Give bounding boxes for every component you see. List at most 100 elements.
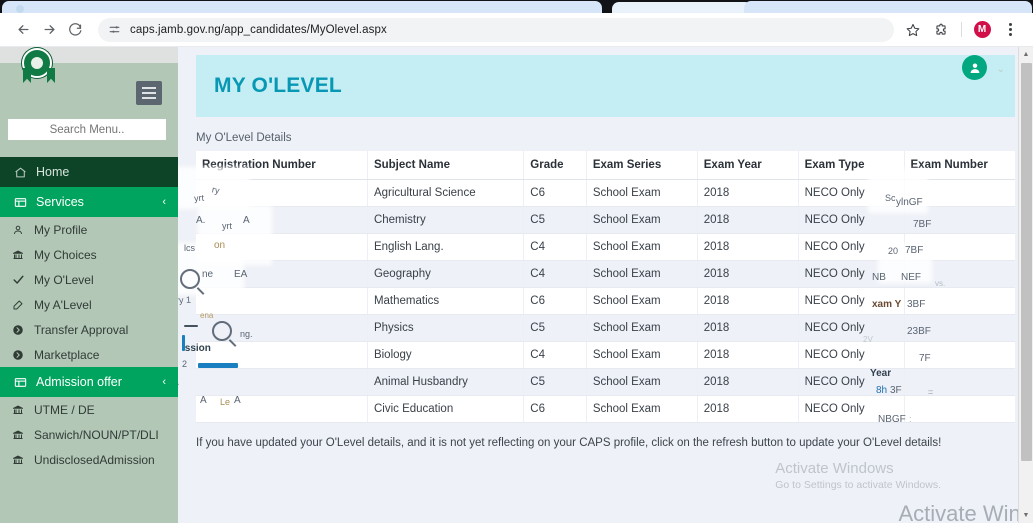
- sidebar: Home Services ‹ My Profile My Choice: [0, 47, 178, 523]
- column-header-exam-year[interactable]: Exam Year: [696, 151, 799, 180]
- column-header-exam-series[interactable]: Exam Series: [585, 151, 698, 180]
- sidebar-item-utme-de[interactable]: UTME / DE: [0, 397, 178, 422]
- table-row[interactable]: Agricultural Science C6 School Exam 2018 NEC…: [196, 179, 1015, 207]
- table-row[interactable]: Mathematics C6 School Exam 2018 NECO Only: [196, 287, 1015, 315]
- main-content: ⌄ MY O'LEVEL My O'Level Details Registra…: [178, 47, 1033, 523]
- cell-subject-name: Agricultural Science: [366, 179, 524, 207]
- search-input[interactable]: [8, 123, 166, 136]
- cell-grade: C5: [523, 368, 587, 396]
- sidebar-item-label: Home: [36, 165, 70, 179]
- cell-exam-number: [903, 233, 1015, 261]
- sidebar-item-undisclosed-admission[interactable]: UndisclosedAdmission: [0, 447, 178, 472]
- table-row[interactable]: Biology C4 School Exam 2018 NECO Only: [196, 341, 1015, 369]
- sidebar-item-my-choices[interactable]: My Choices: [0, 242, 178, 267]
- browser-tab-active[interactable]: [2, 1, 602, 13]
- forward-arrow-icon[interactable]: [36, 17, 62, 43]
- user-avatar-icon[interactable]: [962, 55, 987, 80]
- cell-exam-type: NECO Only: [797, 260, 904, 288]
- sidebar-item-home[interactable]: Home: [0, 157, 178, 187]
- cell-exam-series: School Exam: [585, 179, 698, 207]
- cell-grade: C5: [523, 314, 587, 342]
- scroll-up-arrow-icon[interactable]: ▲: [1019, 47, 1033, 62]
- profile-initial: M: [973, 21, 991, 38]
- cell-exam-series: School Exam: [585, 341, 698, 369]
- section-subtitle: My O'Level Details: [196, 132, 292, 144]
- arrow-circle-icon: [12, 324, 32, 336]
- column-header-subject-name[interactable]: Subject Name: [366, 151, 524, 180]
- table-row[interactable]: Physics C5 School Exam 2018 NECO Only: [196, 314, 1015, 342]
- cell-registration-number: [196, 260, 368, 288]
- cell-grade: C4: [523, 341, 587, 369]
- star-icon[interactable]: [900, 17, 926, 43]
- search-menu-box[interactable]: [8, 119, 166, 140]
- address-bar[interactable]: caps.jamb.gov.ng/app_candidates/MyOlevel…: [98, 17, 894, 42]
- extensions-puzzle-icon[interactable]: [928, 17, 954, 43]
- sidebar-item-my-olevel[interactable]: My O'Level: [0, 267, 178, 292]
- sidebar-item-label: Transfer Approval: [34, 322, 129, 337]
- profile-avatar-button[interactable]: M: [969, 17, 995, 43]
- avatar-chevron-down-icon[interactable]: ⌄: [997, 64, 1005, 75]
- cell-exam-type: NECO Only: [797, 395, 904, 423]
- column-header-registration-number[interactable]: Registration Number: [196, 151, 368, 180]
- table-row[interactable]: Animal Husbandry C5 School Exam 2018 NECO On…: [196, 368, 1015, 396]
- cell-exam-series: School Exam: [585, 260, 698, 288]
- sidebar-item-transfer-approval[interactable]: Transfer Approval: [0, 317, 178, 342]
- home-icon: [14, 166, 34, 179]
- olevel-table: Registration Number Subject Name Grade E…: [196, 151, 1015, 423]
- cell-registration-number: [196, 314, 368, 342]
- sidebar-item-marketplace[interactable]: Marketplace: [0, 342, 178, 367]
- cell-exam-year: 2018: [696, 368, 799, 396]
- column-header-grade[interactable]: Grade: [523, 151, 587, 180]
- scrollbar-thumb[interactable]: [1021, 63, 1032, 461]
- cell-grade: C6: [523, 287, 587, 315]
- vertical-scrollbar[interactable]: ▲ ▼: [1018, 47, 1033, 523]
- cell-exam-year: 2018: [696, 314, 799, 342]
- sidebar-item-my-alevel[interactable]: My A'Level: [0, 292, 178, 317]
- sidebar-item-sanwich-noun-pt-dli[interactable]: Sanwich/NOUN/PT/DLI: [0, 422, 178, 447]
- cell-grade: C4: [523, 260, 587, 288]
- reload-icon[interactable]: [62, 17, 88, 43]
- cell-exam-year: 2018: [696, 341, 799, 369]
- tune-sliders-icon[interactable]: [108, 23, 121, 36]
- hamburger-menu-icon[interactable]: [136, 81, 162, 105]
- column-header-exam-type[interactable]: Exam Type: [797, 151, 904, 180]
- cell-exam-number: [903, 314, 1015, 342]
- table-row[interactable]: Chemistry C5 School Exam 2018 NECO Only: [196, 206, 1015, 234]
- browser-tab-tertiary[interactable]: [744, 1, 1032, 13]
- chevron-left-icon: ‹: [162, 376, 166, 388]
- table-row[interactable]: English Lang. C4 School Exam 2018 NECO Only: [196, 233, 1015, 261]
- sidebar-item-admission-offer[interactable]: Admission offer ‹: [0, 367, 178, 397]
- sidebar-item-my-profile[interactable]: My Profile: [0, 217, 178, 242]
- jamb-seal-logo[interactable]: [22, 48, 56, 88]
- cell-registration-number: [196, 368, 368, 396]
- browser-tab-secondary[interactable]: [612, 2, 752, 13]
- column-header-exam-number[interactable]: Exam Number: [903, 151, 1015, 180]
- page-title: MY O'LEVEL: [214, 74, 342, 97]
- page-viewport: Home Services ‹ My Profile My Choice: [0, 47, 1033, 523]
- watermark-line-2: Go to Settings to activate Windows.: [775, 479, 941, 491]
- cell-exam-type: NECO Only: [797, 368, 904, 396]
- sidebar-item-services[interactable]: Services ‹: [0, 187, 178, 217]
- back-arrow-icon[interactable]: [10, 17, 36, 43]
- cell-subject-name: Physics: [366, 314, 524, 342]
- cell-exam-series: School Exam: [585, 206, 698, 234]
- cell-subject-name: Geography: [366, 260, 524, 288]
- cell-exam-number: [903, 260, 1015, 288]
- address-bar-url: caps.jamb.gov.ng/app_candidates/MyOlevel…: [130, 23, 387, 36]
- cell-exam-year: 2018: [696, 179, 799, 207]
- table-row[interactable]: Civic Education C6 School Exam 2018 NECO Onl…: [196, 395, 1015, 423]
- bank-icon: [12, 429, 32, 441]
- table-row[interactable]: Geography C4 School Exam 2018 NECO Only: [196, 260, 1015, 288]
- cell-grade: C6: [523, 395, 587, 423]
- three-dot-menu-icon[interactable]: [997, 17, 1023, 43]
- cell-subject-name: Mathematics: [366, 287, 524, 315]
- cell-exam-series: School Exam: [585, 233, 698, 261]
- cell-registration-number: [196, 395, 368, 423]
- cell-registration-number: [196, 341, 368, 369]
- cell-exam-year: 2018: [696, 287, 799, 315]
- browser-toolbar: caps.jamb.gov.ng/app_candidates/MyOlevel…: [0, 13, 1033, 47]
- table-header-row: Registration Number Subject Name Grade E…: [196, 151, 1015, 180]
- scroll-down-arrow-icon[interactable]: ▼: [1019, 508, 1033, 523]
- table-body: Agricultural Science C6 School Exam 2018 NEC…: [196, 179, 1015, 423]
- bank-icon: [12, 454, 32, 466]
